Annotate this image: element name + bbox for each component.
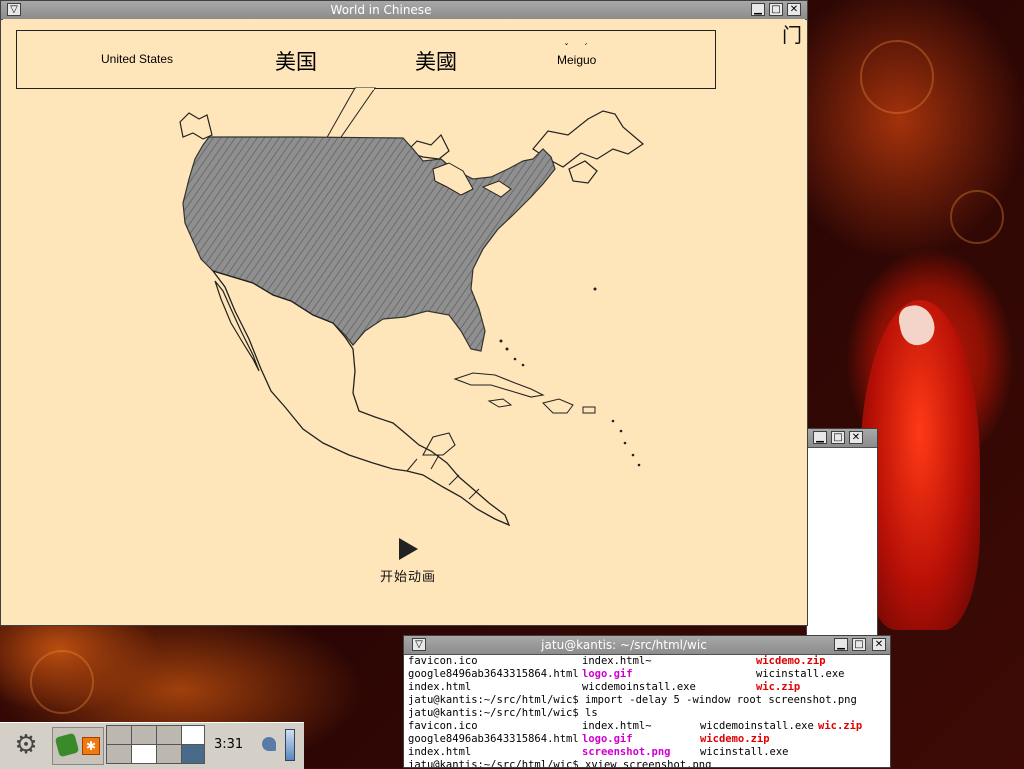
- main-window-titlebar[interactable]: ▽ World in Chinese ▁ □ ✕: [1, 1, 807, 20]
- yucatan: [422, 432, 456, 456]
- wallpaper-figure: [860, 300, 980, 630]
- window-menu-icon[interactable]: ▽: [7, 3, 21, 16]
- wallpaper-swirl: [30, 650, 94, 714]
- terminal-line: google8496ab3643315864.html logo.gif wicin…: [408, 668, 845, 680]
- tray-meter: [285, 729, 295, 761]
- terminal-line: jatu@kantis:~/src/html/wic$ xview screen…: [408, 759, 712, 767]
- workspace-4[interactable]: [181, 725, 205, 745]
- puerto-rico: [582, 406, 596, 414]
- close-button[interactable]: ✕: [787, 3, 801, 16]
- maximize-button[interactable]: □: [831, 431, 845, 444]
- main-menu-button[interactable]: ⚙: [6, 727, 46, 765]
- tray-icon[interactable]: [262, 737, 276, 751]
- cuba: [453, 372, 545, 398]
- map-canvas[interactable]: United States 美国 美國 Meiguo ˇ ˊ 开始动画 门: [3, 19, 805, 623]
- launcher-group: ✱: [52, 727, 104, 765]
- corner-glyph: 门: [782, 23, 802, 47]
- clock[interactable]: 3:31: [214, 737, 243, 752]
- workspace-1[interactable]: [106, 725, 132, 745]
- terminal-line: index.html wicdemoinstall.exe wic.zip: [408, 681, 801, 693]
- background-window[interactable]: ▁ □ ✕: [806, 428, 878, 638]
- terminal-line: jatu@kantis:~/src/html/wic$ import -dela…: [408, 694, 857, 706]
- window-menu-icon[interactable]: ▽: [412, 638, 426, 651]
- window-title: World in Chinese: [330, 3, 432, 17]
- gear-icon: ⚙: [14, 730, 38, 760]
- workspace-7[interactable]: [156, 744, 182, 764]
- minimize-button[interactable]: ▁: [834, 638, 848, 651]
- maximize-button[interactable]: □: [769, 3, 783, 16]
- workspace-2[interactable]: [131, 725, 157, 745]
- terminal-line: index.html screenshot.png wicinstall.exe: [408, 746, 789, 758]
- world-in-chinese-window: ▽ World in Chinese ▁ □ ✕ United States 美…: [0, 0, 808, 626]
- close-button[interactable]: ✕: [872, 638, 886, 651]
- terminal-output[interactable]: favicon.ico index.html~ wicdemo.zip google…: [408, 655, 887, 767]
- wallpaper-swirl: [860, 40, 934, 114]
- coast-outline: [568, 160, 598, 184]
- workspace-6[interactable]: [131, 744, 157, 764]
- minimize-button[interactable]: ▁: [813, 431, 827, 444]
- baja-california: [214, 280, 260, 372]
- play-icon: [398, 538, 418, 560]
- terminal-line: jatu@kantis:~/src/html/wic$ ls: [408, 707, 598, 719]
- taskbar: ⚙ ✱ 3:31: [0, 722, 304, 769]
- terminal-titlebar[interactable]: ▽ jatu@kantis: ~/src/html/wic ▁ □ ✕: [404, 636, 890, 655]
- wallpaper-swirl: [950, 190, 1004, 244]
- star-launcher-icon[interactable]: ✱: [82, 737, 100, 755]
- coast-outline: [179, 112, 213, 140]
- hispaniola: [542, 398, 574, 414]
- workspace-3[interactable]: [156, 725, 182, 745]
- small-islands: [499, 287, 641, 467]
- app-launcher-icon[interactable]: [54, 732, 80, 758]
- play-animation-button[interactable]: 开始动画: [373, 532, 443, 585]
- jamaica: [487, 398, 513, 408]
- terminal-line: favicon.ico index.html~ wicdemoinstall.exe…: [408, 720, 863, 732]
- workspace-8[interactable]: [181, 744, 205, 764]
- terminal-line: google8496ab3643315864.html logo.gif wicde…: [408, 733, 770, 745]
- terminal-window: ▽ jatu@kantis: ~/src/html/wic ▁ □ ✕ favi…: [403, 635, 891, 768]
- maximize-button[interactable]: □: [852, 638, 866, 651]
- country-borders: [406, 454, 480, 500]
- close-button[interactable]: ✕: [849, 431, 863, 444]
- minimize-button[interactable]: ▁: [751, 3, 765, 16]
- terminal-line: favicon.ico index.html~ wicdemo.zip: [408, 655, 826, 667]
- play-label: 开始动画: [379, 570, 436, 585]
- terminal-title: jatu@kantis: ~/src/html/wic: [541, 638, 707, 652]
- workspace-5[interactable]: [106, 744, 132, 764]
